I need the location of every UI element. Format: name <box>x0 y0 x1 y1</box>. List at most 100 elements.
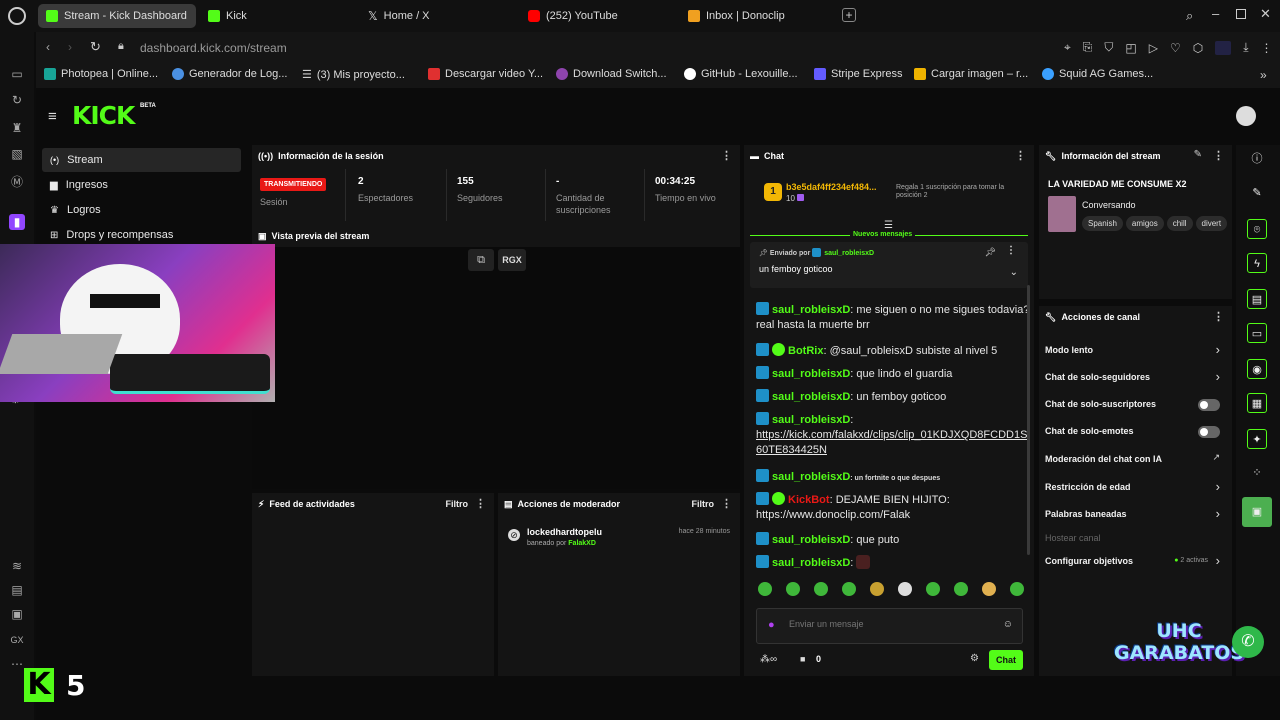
sidebar-item-stream[interactable]: (•) Stream <box>42 148 241 172</box>
bookmark-item[interactable]: Download Switch... <box>556 68 667 80</box>
chevron-right-icon[interactable]: › <box>1216 369 1220 384</box>
maximize-icon[interactable] <box>1236 9 1246 19</box>
download-icon[interactable]: ⤓ <box>1243 40 1248 55</box>
profile-extension-icon[interactable] <box>1215 40 1232 55</box>
emote-icon[interactable] <box>786 582 800 596</box>
bookmark-item[interactable]: Stripe Express <box>814 68 903 80</box>
chat-send-button[interactable]: Chat <box>989 650 1023 670</box>
bookmark-item[interactable]: Cargar imagen – r... <box>914 68 1028 80</box>
edit-icon[interactable]: ✎ <box>1247 183 1267 203</box>
subscribers-only-toggle[interactable] <box>1198 399 1220 411</box>
emote-icon[interactable] <box>1010 582 1024 596</box>
url-field[interactable]: dashboard.kick.com/stream <box>140 41 287 55</box>
filter-button[interactable]: Filtro <box>692 499 715 509</box>
more-rail-icon[interactable]: ⋯ <box>9 656 25 672</box>
tab-x-home[interactable]: 𝕏 Home / X <box>360 4 510 28</box>
tag-chip[interactable]: amigos <box>1125 216 1164 231</box>
shield-icon[interactable]: ⛉ <box>1104 40 1113 55</box>
action-moderacion-ia[interactable]: Moderación del chat con IA <box>1045 454 1229 464</box>
sidebar-item-logros[interactable]: ♛ Logros <box>42 198 241 222</box>
new-messages-label[interactable]: Nuevos mensajes <box>850 231 916 238</box>
tab-youtube[interactable]: (252) YouTube <box>520 4 670 28</box>
bookmark-item[interactable]: Descargar video Y... <box>428 68 543 80</box>
chevron-right-icon[interactable]: › <box>1216 479 1220 494</box>
minimize-icon[interactable]: – <box>1212 6 1219 21</box>
lightning-icon[interactable]: ϟ <box>1247 253 1267 273</box>
info-icon[interactable]: ⓘ <box>1247 149 1267 169</box>
category-thumbnail[interactable] <box>1048 196 1076 232</box>
chat-input-box[interactable]: ● ☺ <box>756 608 1023 644</box>
bookmark-item[interactable]: Squid AG Games... <box>1042 68 1153 80</box>
chat-user[interactable]: BotRix <box>788 345 823 357</box>
chat-user[interactable]: saul_robleisxD <box>772 391 850 403</box>
external-link-icon[interactable]: ↗ <box>1212 452 1220 463</box>
more-options-icon[interactable]: ⋮ <box>721 497 732 510</box>
action-modo-lento[interactable]: Modo lento <box>1045 345 1229 355</box>
emoji-picker-icon[interactable]: ☺ <box>1003 619 1013 630</box>
chevron-right-icon[interactable]: › <box>1216 506 1220 521</box>
more-options-icon[interactable]: ⋮ <box>721 149 732 162</box>
sidebar-item-ingresos[interactable]: ▆ Ingresos <box>42 173 241 197</box>
gx-label[interactable]: GX <box>9 632 25 648</box>
chevron-right-icon[interactable]: › <box>1216 342 1220 357</box>
whatsapp-icon[interactable]: ✆ <box>1232 626 1264 658</box>
collapse-handle-icon[interactable]: ☰ <box>884 220 893 231</box>
integrations-icon[interactable]: ⁘ <box>1247 463 1267 483</box>
chat-settings-icon[interactable]: ⚙ <box>970 653 979 664</box>
pin-icon[interactable]: ⌖ <box>1064 40 1071 55</box>
twitch-rail-icon[interactable]: ▮ <box>9 214 25 230</box>
emote-icon[interactable] <box>982 582 996 596</box>
menu-icon[interactable]: ⋮ <box>1261 41 1273 55</box>
refresh-rail-icon[interactable]: ↻ <box>9 92 25 108</box>
pinned-user[interactable]: saul_robleisxD <box>824 250 874 257</box>
bookmark-item[interactable]: Photopea | Online... <box>44 68 158 80</box>
emote-icon[interactable] <box>758 582 772 596</box>
action-palabras-baneadas[interactable]: Palabras baneadas <box>1045 509 1229 519</box>
chat-user[interactable]: saul_robleisxD <box>772 557 850 569</box>
emote-icon[interactable] <box>954 582 968 596</box>
chat-user[interactable]: saul_robleisxD <box>772 471 850 483</box>
chat-action-icon[interactable]: ▭ <box>1247 323 1267 343</box>
cpu-icon[interactable]: ▣ <box>9 606 25 622</box>
screenshot-icon[interactable]: ⎘ <box>1083 40 1093 55</box>
tab-kick[interactable]: Kick <box>200 4 350 28</box>
chat-user[interactable]: saul_robleisxD <box>772 304 850 316</box>
chat-link[interactable]: https://kick.com/falakxd/clips/clip_01KD… <box>756 429 1027 456</box>
action-restriccion-edad[interactable]: Restricción de edad <box>1045 482 1229 492</box>
ram-icon[interactable]: ▤ <box>9 582 25 598</box>
pin-rail-icon[interactable]: ♜ <box>9 120 25 136</box>
avatar[interactable] <box>1236 106 1256 126</box>
tab-donoclip[interactable]: Inbox | Donoclip <box>680 4 830 28</box>
more-options-icon[interactable]: ⋮ <box>1015 149 1026 162</box>
filter-button[interactable]: Filtro <box>446 499 469 509</box>
popout-icon[interactable]: ⧉ <box>468 249 494 271</box>
new-tab-button[interactable]: + <box>842 8 856 22</box>
rgx-button[interactable]: RGX <box>498 249 526 271</box>
more-options-icon[interactable]: ⋮ <box>1213 310 1224 323</box>
tag-chip[interactable]: chill <box>1166 216 1193 231</box>
bookmark-item[interactable]: Generador de Log... <box>172 68 287 80</box>
bookmark-item[interactable]: GitHub - Lexouille... <box>684 68 798 80</box>
camera-action-icon[interactable]: ⌾ <box>1247 219 1267 239</box>
emotes-only-toggle[interactable] <box>1198 426 1220 438</box>
camera-icon[interactable]: ◰ <box>1125 41 1136 55</box>
grid-action-icon[interactable]: ▦ <box>1247 393 1267 413</box>
mod-action-by[interactable]: FalakXD <box>568 540 596 547</box>
extensions-icon[interactable]: ⬡ <box>1193 41 1203 55</box>
tab-stream-dashboard[interactable]: Stream - Kick Dashboard <box>38 4 196 28</box>
tag-chip[interactable]: divert <box>1195 216 1228 231</box>
gift-promo[interactable]: Regala 1 suscripción para tomar la posic… <box>896 184 1006 200</box>
broadcast-icon[interactable]: ◉ <box>1247 359 1267 379</box>
bookmark-item[interactable]: ☰ (3) Mis proyecto... <box>302 68 405 82</box>
play-icon[interactable]: ▷ <box>1149 41 1158 55</box>
back-icon[interactable]: ‹ <box>46 40 50 54</box>
chat-scrollbar[interactable] <box>1027 285 1030 555</box>
gifter-name[interactable]: b3e5daf4ff234ef484... <box>786 182 877 192</box>
edit-icon[interactable]: ✎ <box>1194 149 1202 160</box>
wifi-icon[interactable]: ≋ <box>9 558 25 574</box>
category-name[interactable]: Conversando <box>1082 200 1136 210</box>
more-options-icon[interactable]: ⋮ <box>1213 149 1224 162</box>
chat-user[interactable]: saul_robleisxD <box>772 368 850 380</box>
lock-icon[interactable]: 🔒︎ <box>118 40 124 53</box>
chat-user[interactable]: saul_robleisxD <box>772 414 850 426</box>
